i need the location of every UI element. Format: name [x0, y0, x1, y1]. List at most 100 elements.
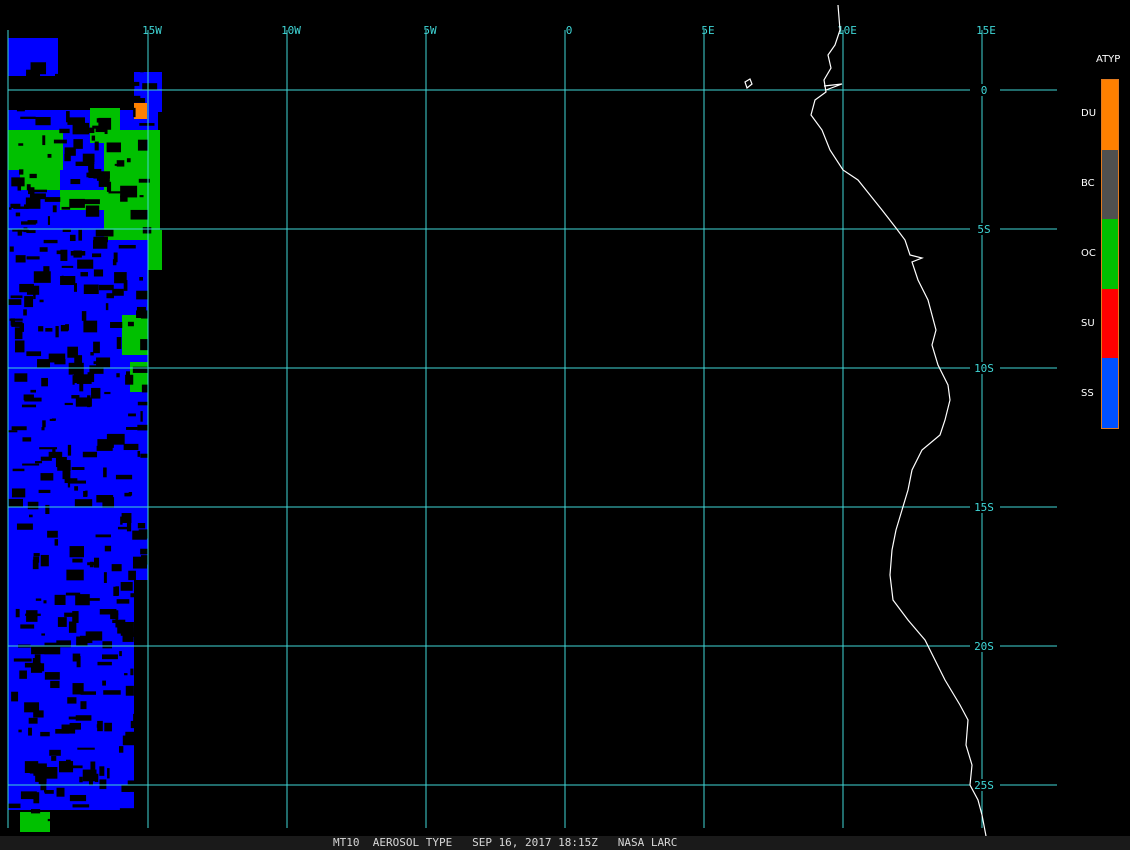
no-data-speckle — [69, 794, 87, 802]
no-data-speckle — [88, 774, 93, 786]
no-data-speckle — [70, 178, 81, 185]
lon-label: 0 — [566, 24, 573, 37]
no-data-speckle — [93, 269, 104, 277]
no-data-speckle — [132, 556, 148, 569]
no-data-speckle — [103, 467, 107, 478]
no-data-speckle — [106, 181, 112, 192]
no-data-band — [8, 76, 128, 106]
no-data-speckle — [72, 683, 84, 695]
no-data-speckle — [28, 727, 32, 736]
no-data-speckle — [91, 387, 101, 399]
no-data-speckle — [105, 303, 109, 311]
no-data-speckle — [102, 654, 118, 660]
no-data-speckle — [137, 139, 148, 151]
no-data-speckle — [141, 384, 160, 393]
no-data-speckle — [15, 255, 26, 263]
no-data-speckle — [16, 523, 33, 530]
no-data-speckle — [130, 209, 148, 220]
no-data-speckle — [48, 451, 63, 458]
no-data-speckle — [8, 498, 24, 508]
lat-label: 20S — [974, 640, 994, 653]
no-data-speckle — [126, 371, 130, 381]
no-data-speckle — [77, 747, 95, 750]
no-data-speckle — [60, 324, 68, 332]
no-data-speckle — [80, 272, 88, 277]
lon-label: 5E — [701, 24, 714, 37]
no-data-speckle — [32, 189, 47, 193]
no-data-speckle — [21, 404, 37, 408]
no-data-speckle — [38, 326, 44, 332]
no-data-speckle — [74, 355, 83, 364]
no-data-speckle — [123, 280, 128, 291]
no-data-speckle — [20, 624, 35, 629]
no-data-speckle — [76, 639, 84, 646]
no-data-speckle — [121, 513, 132, 523]
legend-label-oc: OC — [1081, 248, 1096, 259]
map-canvas: 15W 10W 5W 0 5E 10E 15E05S10S15S20S25S — [7, 4, 1057, 836]
no-data-speckle — [124, 492, 132, 497]
no-data-speckle — [103, 690, 121, 695]
no-data-speckle — [123, 443, 139, 451]
no-data-speckle — [136, 290, 153, 300]
no-data-speckle — [94, 141, 99, 151]
no-data-speckle — [139, 309, 142, 313]
no-data-speckle — [57, 617, 67, 627]
no-data-speckle — [85, 205, 100, 217]
no-data-speckle — [137, 522, 146, 529]
no-data-speckle — [130, 668, 134, 676]
no-data-speckle — [66, 111, 70, 123]
no-data-speckle — [8, 430, 18, 433]
no-data-speckle — [116, 160, 125, 167]
no-data-speckle — [35, 117, 51, 126]
lon-label: 15E — [976, 24, 996, 37]
no-data-speckle — [76, 656, 81, 668]
no-data-speckle — [13, 658, 32, 662]
no-data-speckle — [128, 570, 136, 581]
no-data-speckle — [10, 318, 15, 326]
no-data-speckle — [139, 195, 144, 198]
no-data-speckle — [44, 672, 60, 680]
oc-region — [20, 812, 50, 832]
no-data-speckle — [39, 447, 58, 450]
no-data-speckle — [107, 768, 110, 779]
no-data-speckle — [47, 153, 52, 158]
no-data-speckle — [26, 351, 42, 357]
no-data-speckle — [27, 220, 38, 224]
no-data-speckle — [79, 262, 90, 268]
no-data-speckle — [128, 82, 135, 90]
no-data-speckle — [115, 586, 120, 596]
no-data-speckle — [22, 437, 32, 442]
no-data-speckle — [69, 198, 85, 208]
no-data-speckle — [118, 244, 136, 249]
no-data-speckle — [98, 284, 114, 291]
no-data-speckle — [116, 599, 130, 604]
no-data-speckle — [12, 229, 29, 232]
no-data-speckle — [51, 418, 56, 421]
no-data-speckle — [81, 311, 87, 321]
legend-label-ss: SS — [1081, 388, 1094, 399]
no-data-speckle — [139, 807, 147, 811]
no-data-speckle — [137, 401, 156, 406]
du-region — [134, 103, 147, 119]
no-data-speckle — [40, 554, 49, 567]
no-data-speckle — [8, 803, 21, 809]
no-data-speckle — [92, 253, 102, 258]
no-data-speckle — [137, 450, 141, 457]
no-data-speckle — [125, 685, 134, 696]
no-data-speckle — [71, 395, 80, 399]
no-data-speckle — [99, 766, 105, 776]
no-data-speckle — [72, 804, 90, 808]
no-data-speckle — [17, 182, 22, 191]
no-data-speckle — [37, 359, 51, 369]
no-data-speckle — [45, 328, 53, 332]
no-data-speckle — [126, 521, 132, 532]
no-data-speckle — [29, 173, 37, 179]
no-data-speckle — [125, 731, 139, 739]
no-data-speckle — [97, 661, 112, 666]
no-data-speckle — [91, 135, 96, 141]
no-data-speckle — [115, 474, 133, 480]
no-data-speckle — [83, 284, 99, 295]
no-data-speckle — [49, 749, 61, 756]
legend-title: ATYP — [1096, 54, 1121, 65]
legend-label-du: DU — [1081, 108, 1097, 119]
